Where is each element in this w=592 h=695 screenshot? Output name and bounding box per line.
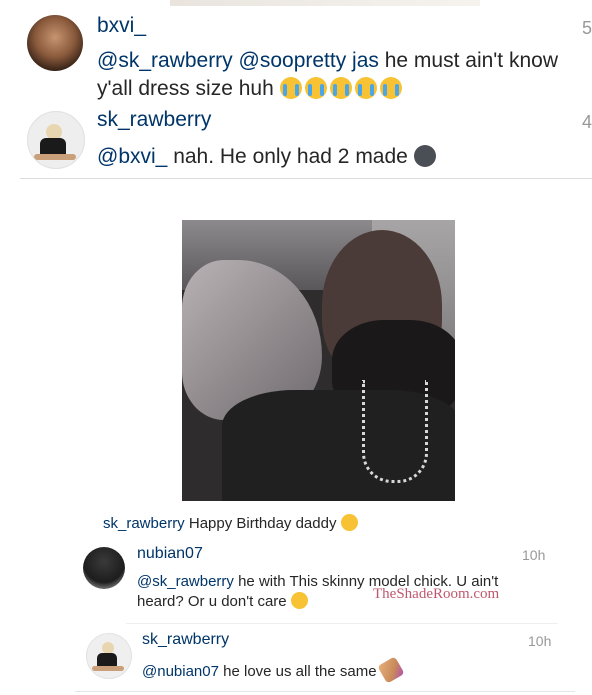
bottom-divider	[75, 691, 575, 692]
section-divider	[20, 178, 592, 179]
crying-face-icon	[304, 77, 327, 99]
crying-face-icon	[379, 77, 402, 99]
crying-face-icon	[354, 77, 377, 99]
comment-mentions[interactable]: @bxvi_	[97, 145, 167, 168]
comment-username[interactable]: sk_rawberry	[142, 631, 229, 649]
avatar[interactable]	[83, 547, 125, 589]
comment-mention[interactable]: @nubian07	[142, 663, 219, 680]
smirk-face-icon	[340, 514, 358, 531]
comment-text: he love us all the same	[223, 663, 377, 680]
nail-polish-icon	[377, 656, 405, 684]
laughing-face-icon	[290, 592, 308, 609]
comment-mentions[interactable]: @sk_rawberry @soopretty jas	[97, 49, 379, 72]
comment-divider	[126, 623, 558, 624]
crying-emoji	[279, 77, 405, 100]
avatar[interactable]	[86, 633, 132, 679]
avatar[interactable]	[27, 15, 83, 71]
comment-time: 10h	[528, 633, 552, 649]
watermark: TheShadeRoom.com	[373, 586, 500, 602]
comment-username[interactable]: bxvi_	[97, 14, 146, 38]
post-photo[interactable]	[182, 220, 455, 501]
comment-mention[interactable]: @sk_rawberry	[137, 573, 234, 590]
post-caption: sk_rawberry Happy Birthday daddy	[103, 514, 361, 534]
comment-username[interactable]: sk_rawberry	[97, 108, 211, 132]
comment-time: 10h	[522, 547, 546, 563]
caption-username[interactable]: sk_rawberry	[103, 515, 185, 532]
crying-face-icon	[279, 77, 302, 99]
comment-text: nah. He only had 2 made	[173, 145, 408, 168]
comment-body: @bxvi_ nah. He only had 2 made	[97, 143, 592, 171]
avatar[interactable]	[27, 111, 85, 169]
new-moon-face-icon	[413, 145, 436, 167]
comment-time: 4	[581, 112, 592, 132]
top-comments: bxvi_ 5 @sk_rawberry @soopretty jas he m…	[0, 0, 592, 178]
comment-body: @nubian07 he love us all the same	[142, 656, 542, 684]
comment-time: 5	[581, 18, 592, 38]
comment-username[interactable]: nubian07	[137, 545, 203, 563]
crying-face-icon	[329, 77, 352, 99]
caption-text: Happy Birthday daddy	[188, 515, 337, 532]
comment-body: @sk_rawberry @soopretty jas he must ain'…	[97, 47, 592, 103]
